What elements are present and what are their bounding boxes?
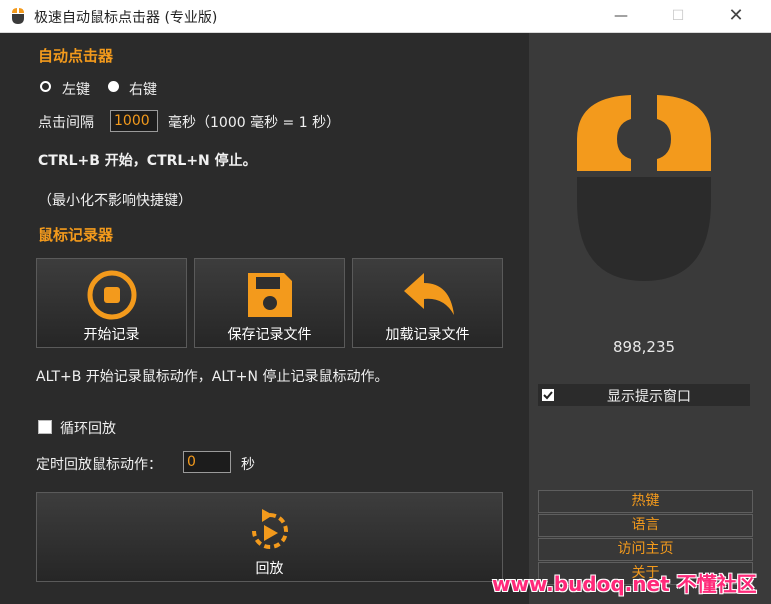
start-record-label: 开始记录: [83, 327, 140, 343]
visit-homepage-link[interactable]: 访问主页: [538, 538, 753, 561]
left-button-radio[interactable]: [40, 81, 51, 92]
window-title: 极速自动鼠标点击器 (专业版): [34, 10, 218, 26]
start-record-button[interactable]: 开始记录: [36, 258, 187, 348]
show-tip-label: 显示提示窗口: [607, 389, 691, 405]
title-bar: 极速自动鼠标点击器 (专业版) — ☐ ✕: [0, 0, 771, 33]
left-button-label[interactable]: 左键: [62, 79, 90, 99]
app-window: 极速自动鼠标点击器 (专业版) — ☐ ✕ 自动点击器 左键 右键 点击间隔 1…: [0, 0, 771, 604]
language-link[interactable]: 语言: [538, 514, 753, 537]
site-watermark: www.budoq.net 不懂社区: [492, 572, 757, 596]
save-record-button[interactable]: 保存记录文件: [194, 258, 345, 348]
show-tip-checkbox[interactable]: [542, 389, 554, 401]
undo-arrow-icon: [403, 273, 454, 315]
timed-replay-label: 定时回放鼠标动作：: [36, 457, 162, 473]
minimize-hint: （最小化不影响快捷键）: [38, 193, 192, 209]
record-icon: [87, 270, 136, 320]
interval-unit: 毫秒（1000 毫秒 = 1 秒）: [168, 115, 341, 131]
loop-checkbox[interactable]: [38, 420, 52, 434]
loop-label[interactable]: 循环回放: [60, 418, 116, 438]
timed-replay-input[interactable]: 0: [183, 451, 231, 473]
timed-replay-unit: 秒: [241, 457, 255, 473]
clicker-hotkey-hint: CTRL+B 开始，CTRL+N 停止。: [38, 153, 257, 169]
click-count: 898,235: [613, 338, 676, 356]
minimize-button[interactable]: —: [598, 0, 644, 32]
replay-button[interactable]: 回放: [36, 492, 503, 582]
replay-icon: [251, 509, 288, 549]
maximize-button[interactable]: ☐: [655, 0, 701, 32]
replay-label: 回放: [255, 561, 284, 577]
main-panel: 自动点击器 左键 右键 点击间隔 1000 毫秒（1000 毫秒 = 1 秒） …: [0, 33, 529, 604]
right-button-radio[interactable]: [108, 81, 119, 92]
mouse-logo-icon: [12, 8, 24, 24]
right-button-label[interactable]: 右键: [129, 79, 157, 99]
interval-input[interactable]: 1000: [110, 110, 158, 132]
recorder-title: 鼠标记录器: [38, 226, 114, 244]
auto-clicker-title: 自动点击器: [38, 47, 114, 65]
save-record-label: 保存记录文件: [227, 327, 312, 343]
show-tip-row[interactable]: 显示提示窗口: [538, 384, 750, 406]
hotkey-link[interactable]: 热键: [538, 490, 753, 513]
mouse-logo-large-icon: [577, 95, 711, 281]
save-disk-icon: [247, 273, 292, 317]
load-record-label: 加载记录文件: [385, 327, 470, 343]
load-record-button[interactable]: 加载记录文件: [352, 258, 503, 348]
close-button[interactable]: ✕: [713, 0, 759, 32]
interval-label: 点击间隔: [38, 115, 94, 131]
recorder-hotkey-hint: ALT+B 开始记录鼠标动作，ALT+N 停止记录鼠标动作。: [36, 369, 389, 385]
